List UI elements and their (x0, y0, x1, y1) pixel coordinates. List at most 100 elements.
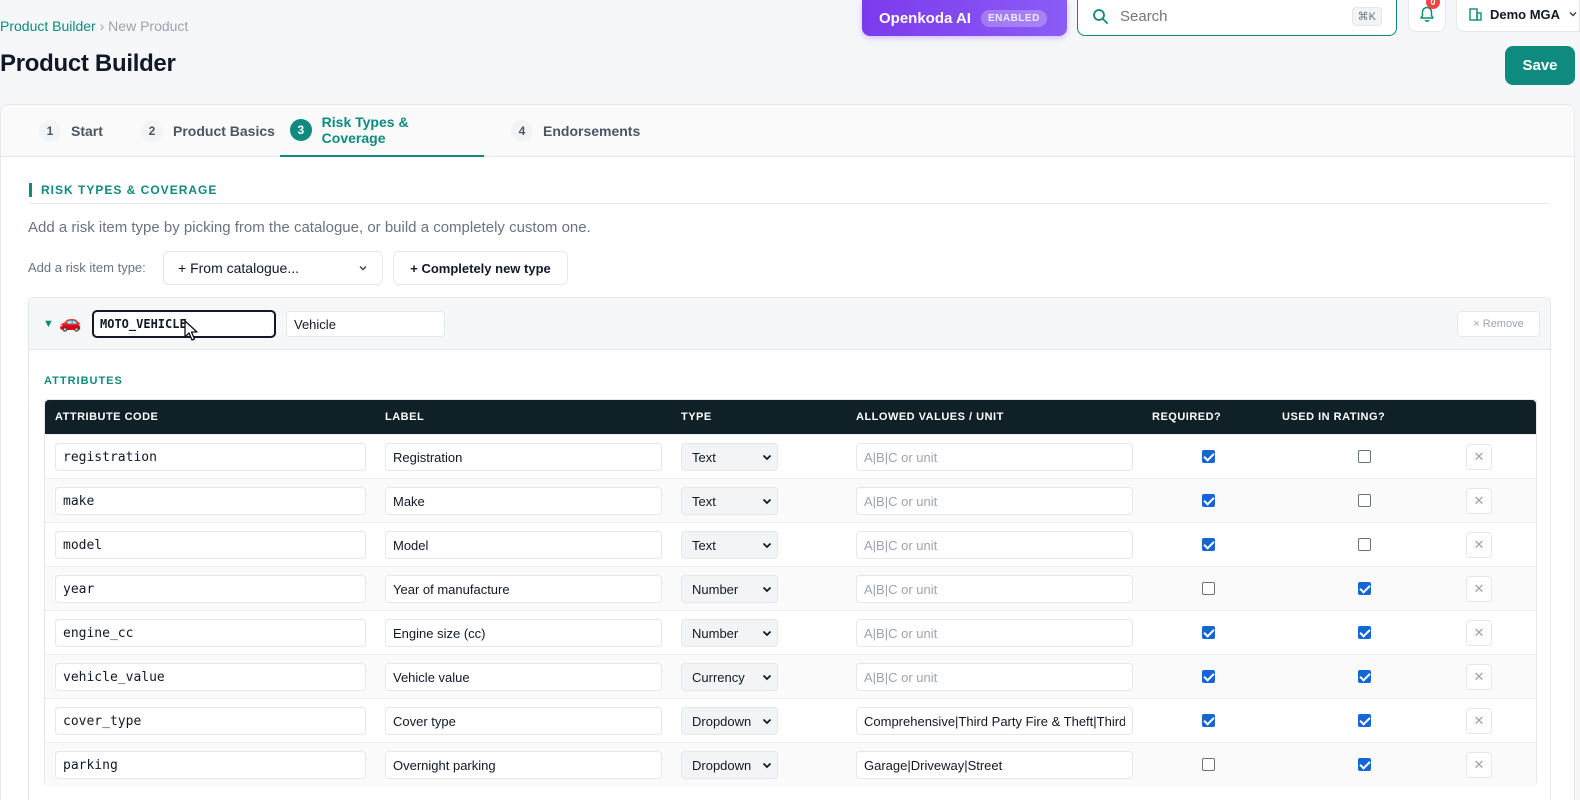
attribute-code-input[interactable] (55, 751, 366, 779)
chevron-down-icon (762, 718, 772, 725)
remove-risk-item-button[interactable]: × Remove (1457, 311, 1540, 337)
chevron-down-icon (762, 454, 772, 461)
used-in-rating-checkbox[interactable] (1358, 626, 1371, 639)
attributes-table: ATTRIBUTE CODE LABEL TYPE ALLOWED VALUES… (44, 399, 1537, 786)
attribute-code-input[interactable] (55, 575, 366, 603)
breadcrumb-current: New Product (108, 18, 189, 34)
used-in-rating-checkbox[interactable] (1358, 494, 1371, 507)
tab-endorsements[interactable]: 4 Endorsements (501, 105, 650, 157)
attribute-code-input[interactable] (55, 443, 366, 471)
delete-attribute-button[interactable]: ✕ (1466, 664, 1492, 690)
building-icon (1469, 8, 1482, 21)
search-input[interactable] (1120, 7, 1352, 25)
used-in-rating-checkbox[interactable] (1358, 450, 1371, 463)
attribute-label-input[interactable] (385, 663, 662, 691)
attribute-type-value: Currency (692, 669, 745, 685)
risk-item-card: ▼ 🚗 × Remove ATTRIBUTES ATTRIBUTE CODE L… (28, 297, 1551, 800)
required-checkbox[interactable] (1202, 714, 1215, 727)
allowed-values-input[interactable] (856, 663, 1133, 691)
attribute-label-input[interactable] (385, 575, 662, 603)
attribute-type-select[interactable]: Dropdown (681, 751, 778, 779)
ai-assistant-button[interactable]: Openkoda AI ENABLED (862, 0, 1067, 36)
attribute-label-input[interactable] (385, 487, 662, 515)
allowed-values-input[interactable] (856, 751, 1133, 779)
attribute-label-input[interactable] (385, 751, 662, 779)
chevron-down-icon (762, 762, 772, 769)
attribute-label-input[interactable] (385, 443, 662, 471)
attribute-type-select[interactable]: Text (681, 531, 778, 559)
delete-attribute-button[interactable]: ✕ (1466, 488, 1492, 514)
attribute-code-input[interactable] (55, 487, 366, 515)
col-required: REQUIRED? (1152, 411, 1222, 423)
chevron-down-icon (762, 498, 772, 505)
tab-risk-types-coverage[interactable]: 3 Risk Types & Coverage (280, 105, 484, 157)
required-checkbox[interactable] (1202, 494, 1215, 507)
close-icon: ✕ (1473, 625, 1485, 640)
required-checkbox[interactable] (1202, 758, 1215, 771)
attribute-code-input[interactable] (55, 663, 366, 691)
add-risk-type-label: Add a risk item type: (28, 260, 146, 275)
attribute-type-value: Dropdown (692, 713, 752, 729)
attribute-type-select[interactable]: Number (681, 619, 778, 647)
breadcrumb-root-link[interactable]: Product Builder (0, 18, 96, 34)
used-in-rating-checkbox[interactable] (1358, 670, 1371, 683)
close-icon: ✕ (1473, 757, 1485, 772)
tab-product-basics[interactable]: 2 Product Basics (131, 105, 285, 157)
table-row: Text ✕ (45, 434, 1536, 478)
allowed-values-input[interactable] (856, 487, 1133, 515)
used-in-rating-checkbox[interactable] (1358, 758, 1371, 771)
delete-attribute-button[interactable]: ✕ (1466, 752, 1492, 778)
allowed-values-input[interactable] (856, 531, 1133, 559)
used-in-rating-checkbox[interactable] (1358, 538, 1371, 551)
attribute-type-select[interactable]: Text (681, 443, 778, 471)
breadcrumb-separator: › (99, 18, 105, 34)
attribute-type-select[interactable]: Dropdown (681, 707, 778, 735)
collapse-caret-icon[interactable]: ▼ (43, 318, 54, 330)
required-checkbox[interactable] (1202, 538, 1215, 551)
required-checkbox[interactable] (1202, 626, 1215, 639)
attribute-code-input[interactable] (55, 531, 366, 559)
used-in-rating-checkbox[interactable] (1358, 582, 1371, 595)
step-number: 3 (290, 119, 312, 141)
delete-attribute-button[interactable]: ✕ (1466, 532, 1492, 558)
new-type-button[interactable]: + Completely new type (393, 251, 568, 285)
col-type: TYPE (681, 411, 712, 423)
risk-item-label-input[interactable] (286, 311, 445, 337)
required-checkbox[interactable] (1202, 450, 1215, 463)
attribute-label-input[interactable] (385, 619, 662, 647)
allowed-values-input[interactable] (856, 575, 1133, 603)
attribute-code-input[interactable] (55, 707, 366, 735)
required-checkbox[interactable] (1202, 582, 1215, 595)
catalogue-select[interactable]: + From catalogue... (163, 251, 383, 285)
delete-attribute-button[interactable]: ✕ (1466, 620, 1492, 646)
step-number: 4 (511, 120, 533, 142)
ai-status-badge: ENABLED (980, 9, 1047, 27)
breadcrumb: Product Builder › New Product (0, 18, 188, 34)
attribute-label-input[interactable] (385, 707, 662, 735)
delete-attribute-button[interactable]: ✕ (1466, 708, 1492, 734)
table-row: Dropdown ✕ (45, 742, 1536, 786)
attribute-type-select[interactable]: Text (681, 487, 778, 515)
used-in-rating-checkbox[interactable] (1358, 714, 1371, 727)
delete-attribute-button[interactable]: ✕ (1466, 576, 1492, 602)
attribute-type-value: Text (692, 449, 716, 465)
org-switcher[interactable]: Demo MGA (1456, 0, 1580, 32)
allowed-values-input[interactable] (856, 619, 1133, 647)
delete-attribute-button[interactable]: ✕ (1466, 444, 1492, 470)
allowed-values-input[interactable] (856, 707, 1133, 735)
required-checkbox[interactable] (1202, 670, 1215, 683)
search-box[interactable]: ⌘K (1077, 0, 1397, 36)
allowed-values-input[interactable] (856, 443, 1133, 471)
close-icon: ✕ (1473, 537, 1485, 552)
chevron-down-icon (762, 630, 772, 637)
tab-start[interactable]: 1 Start (29, 105, 113, 157)
close-icon: ✕ (1473, 449, 1485, 464)
attribute-type-select[interactable]: Number (681, 575, 778, 603)
attribute-type-select[interactable]: Currency (681, 663, 778, 691)
chevron-down-icon (762, 674, 772, 681)
close-icon: ✕ (1473, 669, 1485, 684)
attribute-code-input[interactable] (55, 619, 366, 647)
notifications-button[interactable]: 0 (1408, 0, 1446, 32)
save-button[interactable]: Save (1505, 46, 1575, 85)
attribute-label-input[interactable] (385, 531, 662, 559)
